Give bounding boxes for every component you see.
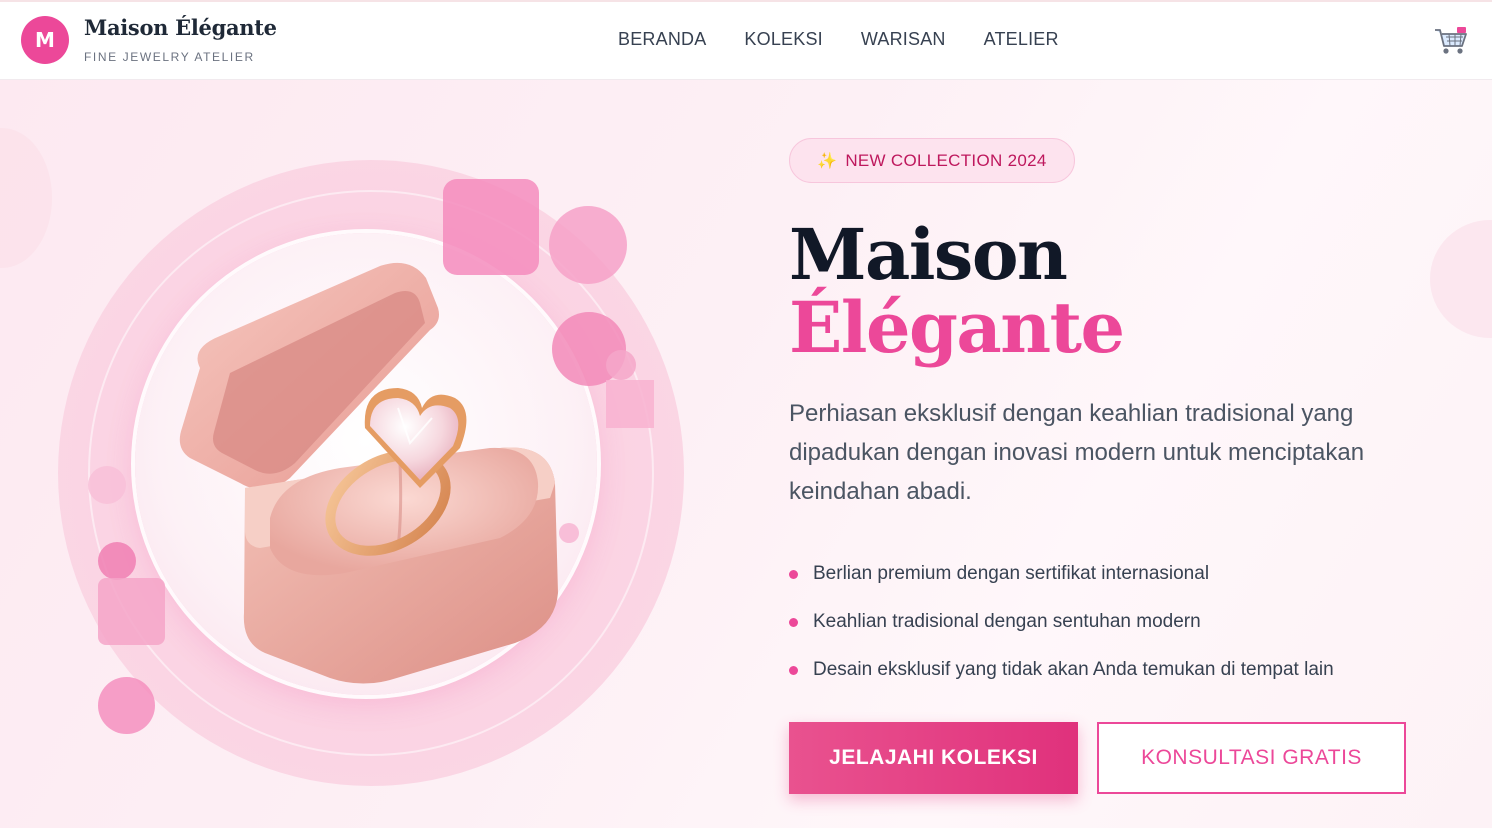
bullet-dot bbox=[789, 665, 798, 675]
hero-description: Perhiasan eksklusif dengan keahlian trad… bbox=[789, 400, 1365, 505]
main-nav: BERANDA KOLEKSI WARISAN ATELIER bbox=[618, 29, 1097, 50]
brand-name[interactable]: Maison Élégante bbox=[84, 15, 277, 40]
nav-item-atelier[interactable]: ATELIER bbox=[984, 29, 1059, 50]
nav-item-warisan[interactable]: WARISAN bbox=[861, 29, 946, 50]
feature-item: Keahlian tradisional dengan sentuhan mod… bbox=[789, 598, 1334, 646]
site-header: M Maison Élégante FINE JEWELRY ATELIER B… bbox=[0, 2, 1492, 80]
decorative-circle bbox=[98, 677, 155, 734]
logo-mark[interactable]: M bbox=[21, 16, 69, 64]
feature-list: Berlian premium dengan sertifikat intern… bbox=[789, 550, 1334, 694]
badge-text: NEW COLLECTION 2024 bbox=[845, 150, 1047, 170]
free-consultation-button[interactable]: KONSULTASI GRATIS bbox=[1097, 722, 1406, 794]
decorative-circle bbox=[0, 128, 52, 268]
feature-item: Desain eksklusif yang tidak akan Anda te… bbox=[789, 646, 1334, 694]
decorative-circle bbox=[606, 350, 636, 380]
explore-collection-button[interactable]: JELAJAHI KOLEKSI bbox=[789, 722, 1078, 794]
bullet-dot bbox=[789, 617, 798, 627]
bullet-dot bbox=[789, 569, 798, 579]
decorative-square bbox=[98, 578, 165, 645]
brand-tagline: FINE JEWELRY ATELIER bbox=[84, 50, 255, 64]
nav-item-koleksi[interactable]: KOLEKSI bbox=[744, 29, 822, 50]
decorative-circle bbox=[88, 466, 126, 504]
decorative-circle bbox=[1430, 220, 1492, 338]
feature-text: Desain eksklusif yang tidak akan Anda te… bbox=[813, 659, 1334, 680]
new-collection-badge: ✨ NEW COLLECTION 2024 bbox=[789, 138, 1075, 183]
decorative-circle bbox=[98, 542, 136, 580]
sparkles-icon: ✨ bbox=[817, 151, 838, 170]
decorative-square bbox=[606, 380, 654, 428]
hero-title-line1: Maison bbox=[789, 213, 1068, 296]
hero-title-line2: Élégante bbox=[789, 286, 1125, 369]
hero-section: ✨ NEW COLLECTION 2024 Maison Élégante Pe… bbox=[0, 80, 1492, 828]
feature-item: Berlian premium dengan sertifikat intern… bbox=[789, 550, 1334, 598]
nav-item-beranda[interactable]: BERANDA bbox=[618, 29, 706, 50]
shopping-cart-icon[interactable] bbox=[1434, 26, 1468, 56]
ring-box-icon bbox=[179, 262, 558, 684]
feature-text: Berlian premium dengan sertifikat intern… bbox=[813, 563, 1210, 584]
feature-text: Keahlian tradisional dengan sentuhan mod… bbox=[813, 611, 1201, 632]
